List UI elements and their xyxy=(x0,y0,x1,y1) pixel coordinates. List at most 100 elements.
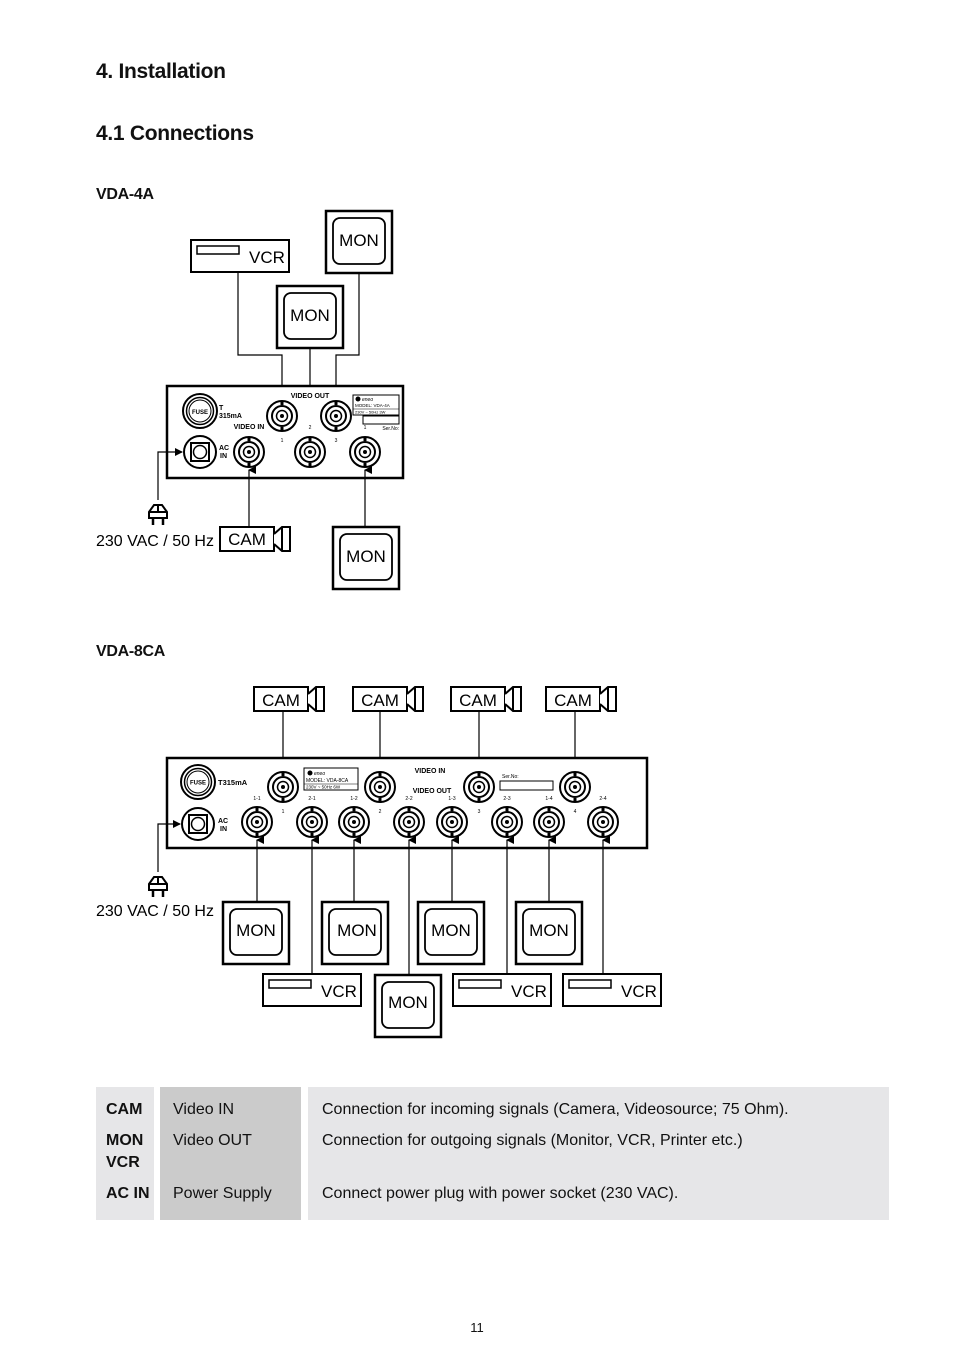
bnc-video-in-3[interactable] xyxy=(463,771,495,803)
mon-label: MON xyxy=(339,231,379,250)
port-number: 4 xyxy=(574,809,577,815)
serial-field xyxy=(499,780,554,791)
bnc-video-out-2-4[interactable] xyxy=(587,806,619,838)
spec-text: 230V ~ 50Hz 3W xyxy=(355,410,386,415)
vda4a-diagram: VCR MON MON FUSE T 315mA VIDEO OUT VIDEO… xyxy=(96,209,405,591)
port-label: 2-2 xyxy=(405,796,412,802)
bnc-video-in-2[interactable] xyxy=(364,771,396,803)
monitor-device: MON xyxy=(275,284,345,350)
bnc-video-out-2-3[interactable] xyxy=(491,806,523,838)
brand-logo: eneo xyxy=(314,771,325,777)
cam-label: CAM xyxy=(228,530,266,549)
vcr-device: VCR xyxy=(262,973,362,1007)
port-label: 2-4 xyxy=(599,796,606,802)
camera-device: CAM xyxy=(219,526,291,552)
mon-label: MON xyxy=(431,921,471,940)
model-text: MODEL: VDA-4A xyxy=(355,403,390,408)
ac-label: IN xyxy=(220,826,227,833)
port-number: 3 xyxy=(478,809,481,815)
row-type: Power Supply xyxy=(173,1185,272,1202)
row-key: CAM xyxy=(106,1101,143,1118)
bnc-video-out-1-3[interactable] xyxy=(436,806,468,838)
ac-label: IN xyxy=(220,453,227,460)
monitor-device: MON xyxy=(514,900,584,966)
serial-label: Ser.No: xyxy=(502,774,519,780)
power-plug-icon xyxy=(147,875,169,899)
bnc-video-in-1[interactable] xyxy=(267,771,299,803)
monitor-device: MON xyxy=(416,900,486,966)
port-label: 2-3 xyxy=(503,796,510,802)
bnc-video-in-4[interactable] xyxy=(559,771,591,803)
model-text: MODEL: VDA-8CA xyxy=(306,778,349,784)
cam-label: CAM xyxy=(554,691,592,710)
ac-label: AC xyxy=(219,445,229,452)
bnc-video-out-2-1[interactable] xyxy=(296,806,328,838)
fuse-rating: T xyxy=(219,405,224,412)
row-description: Connect power plug with power socket (23… xyxy=(322,1185,679,1202)
power-label: 230 VAC / 50 Hz xyxy=(96,903,214,920)
vcr-label: VCR xyxy=(249,248,285,267)
port-number: 1 xyxy=(364,425,367,431)
video-in-label: VIDEO IN xyxy=(234,424,265,431)
cam-label: CAM xyxy=(262,691,300,710)
serial-label: Ser.No: xyxy=(382,426,399,432)
port-label: 1-3 xyxy=(448,796,455,802)
cam-label: CAM xyxy=(459,691,497,710)
fuse-rating: T315mA xyxy=(218,778,248,787)
bnc-video-out-1-4[interactable] xyxy=(533,806,565,838)
monitor-device: MON xyxy=(331,525,401,591)
mon-label: MON xyxy=(337,921,377,940)
port-label: 1-2 xyxy=(350,796,357,802)
port-number: 2 xyxy=(309,425,312,431)
row-description: Connection for outgoing signals (Monitor… xyxy=(322,1132,743,1149)
port-label: 1-1 xyxy=(253,796,260,802)
camera-device: CAM xyxy=(450,686,522,712)
ac-in-socket[interactable] xyxy=(181,807,215,841)
mon-label: MON xyxy=(290,306,330,325)
bnc-video-out-1-1[interactable] xyxy=(241,806,273,838)
bnc-video-out-2-2[interactable] xyxy=(393,806,425,838)
port-number: 2 xyxy=(379,809,382,815)
fuse-label: FUSE xyxy=(190,781,206,787)
vcr-device: VCR xyxy=(562,973,662,1007)
port-label: 1-4 xyxy=(545,796,552,802)
page-number: 11 xyxy=(470,1320,484,1335)
video-out-label: VIDEO OUT xyxy=(291,393,330,400)
connection-diagrams: VCR MON MON FUSE T 315mA VIDEO OUT VIDEO… xyxy=(96,209,662,1039)
connection-legend-table: CAM Video IN Connection for incoming sig… xyxy=(96,1087,889,1220)
bnc-video-out-3[interactable] xyxy=(320,400,352,432)
monitor-device: MON xyxy=(320,900,390,966)
camera-device: CAM xyxy=(545,686,617,712)
vda8ca-diagram: CAM CAM CAM CAM FUSE T315mA eneo MODEL: … xyxy=(96,686,662,1039)
video-out-label: VIDEO OUT xyxy=(413,788,452,795)
vcr-label: VCR xyxy=(321,982,357,1001)
vcr-label: VCR xyxy=(511,982,547,1001)
monitor-device: MON xyxy=(324,209,394,275)
mon-label: MON xyxy=(388,993,428,1012)
wire-vcr-out1 xyxy=(237,272,289,402)
row-type: Video OUT xyxy=(173,1132,252,1149)
mon-label: MON xyxy=(529,921,569,940)
mon-label: MON xyxy=(346,547,386,566)
camera-device: CAM xyxy=(253,686,325,712)
vcr-label: VCR xyxy=(621,982,657,1001)
video-in-label: VIDEO IN xyxy=(415,768,446,775)
row-key: VCR xyxy=(106,1154,140,1171)
monitor-device: MON xyxy=(373,973,443,1039)
bnc-video-out-4[interactable] xyxy=(349,436,381,468)
model-plate: eneo MODEL: VDA-8CA 230V ~ 50Hz 6W xyxy=(303,767,359,791)
bnc-video-out-1-2[interactable] xyxy=(338,806,370,838)
vcr-device: VCR xyxy=(190,239,290,273)
port-label: 2-1 xyxy=(308,796,315,802)
port-number: 1 xyxy=(281,438,284,444)
row-key: MON xyxy=(106,1132,144,1149)
bnc-video-out-1[interactable] xyxy=(266,400,298,432)
vcr-device: VCR xyxy=(452,973,552,1007)
row-type: Video IN xyxy=(173,1101,235,1118)
ac-in-socket[interactable] xyxy=(183,435,217,469)
port-number: 3 xyxy=(335,438,338,444)
bnc-video-out-2[interactable] xyxy=(294,436,326,468)
fuse-label: FUSE xyxy=(192,410,208,416)
fuse-holder: FUSE xyxy=(180,764,216,800)
bnc-video-in-1[interactable] xyxy=(233,436,265,468)
